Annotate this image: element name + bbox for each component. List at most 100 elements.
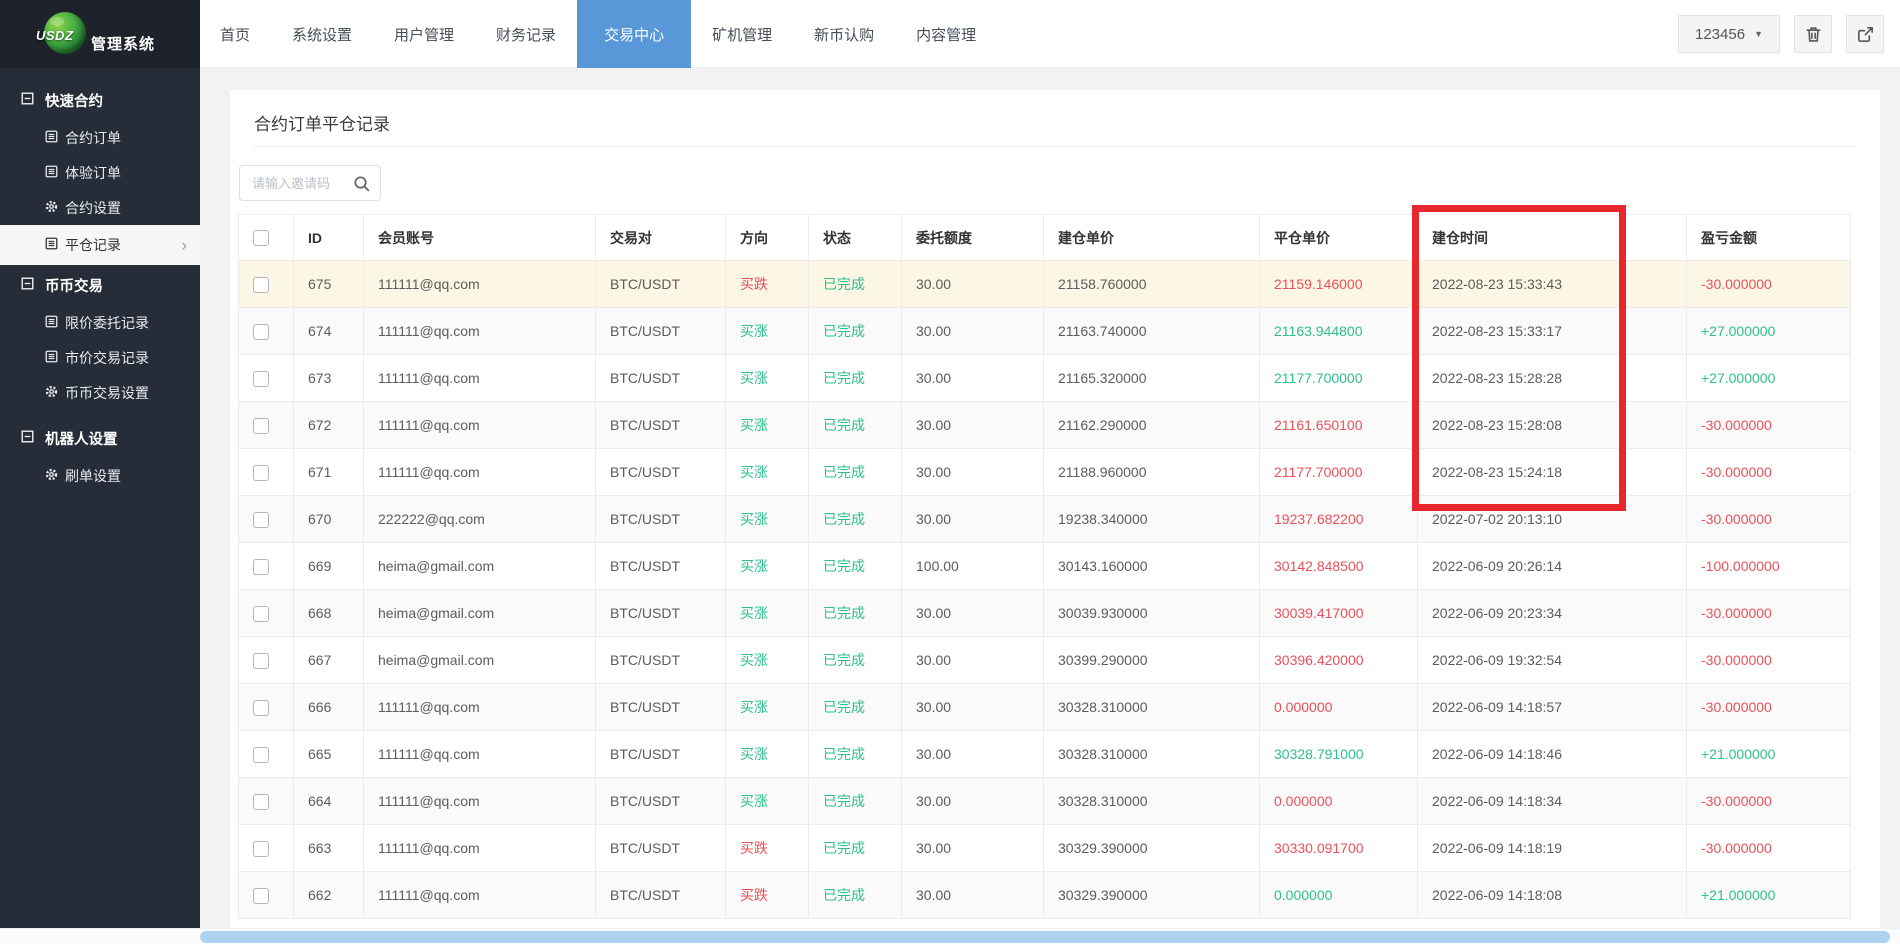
horizontal-scrollbar-thumb[interactable] [200,931,1890,943]
cell-profit: -30.000000 [1686,589,1851,637]
row-checkbox[interactable] [253,793,269,810]
cell-amount: 30.00 [901,448,1044,496]
cell-account: heima@gmail.com [363,636,596,684]
col-pair: 交易对 [595,214,726,261]
account-dropdown[interactable]: 123456 ▼ [1678,15,1780,53]
cell-amount: 30.00 [901,589,1044,637]
cell-direction: 买跌 [725,871,809,919]
row-checkbox[interactable] [253,370,269,387]
cell-account: 111111@qq.com [363,354,596,402]
cell-status: 已完成 [808,448,902,496]
cell-close-price: 30330.091700 [1259,824,1418,872]
cell-direction: 买跌 [725,824,809,872]
row-checkbox[interactable] [253,887,269,904]
cell-select [238,260,294,308]
caret-down-icon: ▼ [1754,29,1763,39]
logout-button[interactable] [1846,15,1884,53]
cell-status: 已完成 [808,824,902,872]
cell-id: 664 [293,777,364,825]
row-checkbox[interactable] [253,652,269,669]
cell-profit: -30.000000 [1686,448,1851,496]
col-status: 状态 [808,214,902,261]
sidebar-item-contract-orders[interactable]: 合约订单 [0,120,200,155]
top-nav: 首页 系统设置 用户管理 财务记录 交易中心 矿机管理 新币认购 内容管理 [199,0,997,68]
table-row: 665 111111@qq.com BTC/USDT 买涨 已完成 30.00 30328.… [238,730,1851,778]
cell-close-price: 21163.944800 [1259,307,1418,355]
cell-account: heima@gmail.com [363,542,596,590]
trash-button[interactable] [1794,15,1832,53]
row-checkbox[interactable] [253,464,269,481]
col-amount: 委托额度 [901,214,1044,261]
nav-tab-finance-records[interactable]: 财务记录 [475,0,577,68]
sidebar-item-coin-trade-settings[interactable]: 币币交易设置 [0,375,200,410]
row-checkbox[interactable] [253,511,269,528]
nav-tab-content-management[interactable]: 内容管理 [895,0,997,68]
cell-pair: BTC/USDT [595,495,726,543]
cell-account: 111111@qq.com [363,401,596,449]
row-checkbox[interactable] [253,417,269,434]
nav-tab-system-settings[interactable]: 系统设置 [271,0,373,68]
nav-tab-new-coin-subscribe[interactable]: 新币认购 [793,0,895,68]
select-all-checkbox[interactable] [253,230,269,247]
sidebar-section-robot-settings[interactable]: 机器人设置 [0,418,200,458]
cell-close-price: 30142.848500 [1259,542,1418,590]
sidebar-item-market-trade-records[interactable]: 市价交易记录 [0,340,200,375]
cell-open-time: 2022-08-23 15:24:18 [1417,448,1687,496]
logo-title: 管理系统 [91,36,156,53]
cell-close-price: 0.000000 [1259,683,1418,731]
gear-icon [45,200,58,216]
cell-profit: +21.000000 [1686,730,1851,778]
row-checkbox[interactable] [253,840,269,857]
cell-pair: BTC/USDT [595,260,726,308]
cell-status: 已完成 [808,871,902,919]
row-checkbox[interactable] [253,276,269,293]
cell-amount: 30.00 [901,354,1044,402]
cell-account: heima@gmail.com [363,589,596,637]
cell-open-price: 21163.740000 [1043,307,1260,355]
cell-open-time: 2022-08-23 15:28:28 [1417,354,1687,402]
sidebar-section-quick-contract[interactable]: 快速合约 [0,80,200,120]
cell-direction: 买涨 [725,683,809,731]
cell-open-price: 30143.160000 [1043,542,1260,590]
table-row: 671 111111@qq.com BTC/USDT 买涨 已完成 30.00 21188.… [238,448,1851,496]
nav-tab-user-management[interactable]: 用户管理 [373,0,475,68]
sidebar-section-coin-trade[interactable]: 币币交易 [0,265,200,305]
cell-profit: +21.000000 [1686,871,1851,919]
cell-open-time: 2022-06-09 19:32:54 [1417,636,1687,684]
cell-pair: BTC/USDT [595,730,726,778]
row-checkbox[interactable] [253,323,269,340]
cell-select [238,589,294,637]
cell-select [238,448,294,496]
sidebar-item-trial-orders[interactable]: 体验订单 [0,155,200,190]
list-icon [45,237,58,253]
cell-status: 已完成 [808,401,902,449]
row-checkbox[interactable] [253,746,269,763]
cell-close-price: 21159.146000 [1259,260,1418,308]
sidebar-item-limit-order-records[interactable]: 限价委托记录 [0,305,200,340]
row-checkbox[interactable] [253,558,269,575]
cell-status: 已完成 [808,730,902,778]
row-checkbox[interactable] [253,605,269,622]
search-icon[interactable] [352,174,371,198]
cell-status: 已完成 [808,542,902,590]
table-row: 670 222222@qq.com BTC/USDT 买涨 已完成 30.00 19238.… [238,495,1851,543]
collapse-icon [21,430,34,447]
cell-account: 111111@qq.com [363,307,596,355]
cell-open-time: 2022-06-09 14:18:46 [1417,730,1687,778]
sidebar-item-wash-trade-settings[interactable]: 刷单设置 [0,458,200,493]
cell-profit: -30.000000 [1686,401,1851,449]
row-checkbox[interactable] [253,699,269,716]
cell-pair: BTC/USDT [595,871,726,919]
cell-direction: 买涨 [725,542,809,590]
nav-tab-miner-management[interactable]: 矿机管理 [691,0,793,68]
sidebar-item-contract-settings[interactable]: 合约设置 [0,190,200,225]
content-card: 合约订单平仓记录 ID 会员账号 交易对 [230,90,1880,928]
nav-tab-home[interactable]: 首页 [199,0,271,68]
cell-close-price: 30396.420000 [1259,636,1418,684]
cell-amount: 30.00 [901,730,1044,778]
table-row: 675 111111@qq.com BTC/USDT 买跌 已完成 30.00 21158.… [238,260,1851,308]
sidebar-item-close-position-records[interactable]: 平仓记录 › [0,225,200,265]
cell-open-price: 30328.310000 [1043,730,1260,778]
nav-tab-trade-center[interactable]: 交易中心 [577,0,692,68]
cell-open-price: 30039.930000 [1043,589,1260,637]
